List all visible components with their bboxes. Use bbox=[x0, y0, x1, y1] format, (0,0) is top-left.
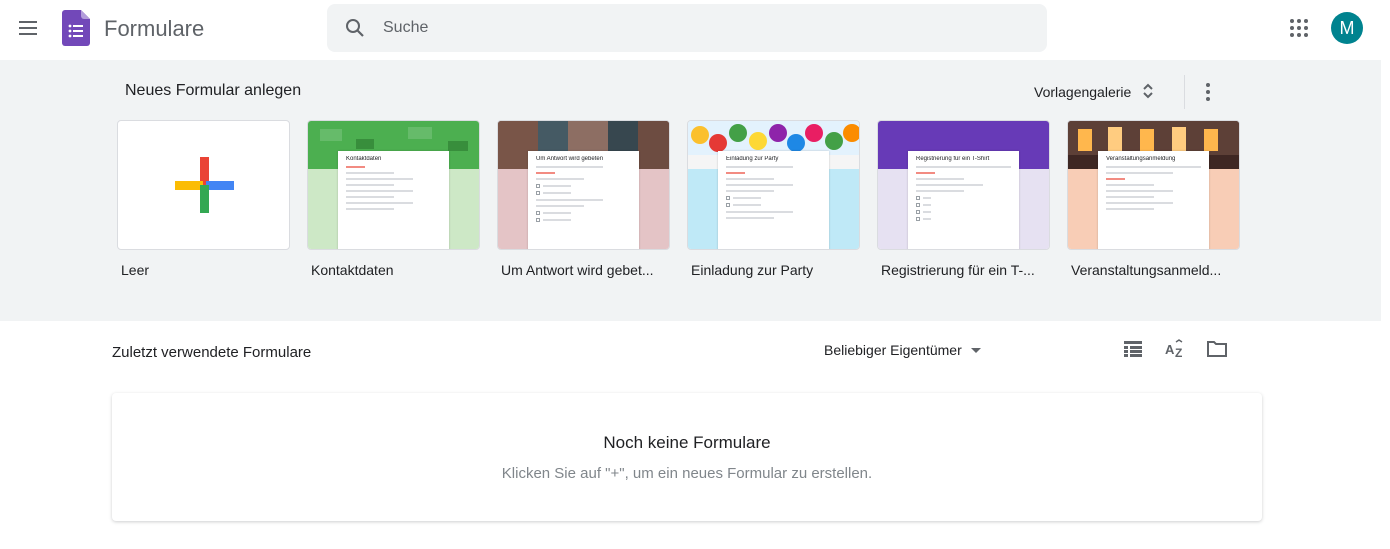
hamburger-menu-icon[interactable] bbox=[8, 8, 48, 48]
template-label: Leer bbox=[121, 262, 150, 278]
svg-text:Z: Z bbox=[1175, 346, 1182, 359]
arrow-drop-down-icon bbox=[970, 342, 982, 358]
template-thumbnail[interactable]: Veranstaltungsanmeldung bbox=[1067, 120, 1240, 250]
list-view-icon[interactable] bbox=[1121, 337, 1145, 361]
empty-state-title: Noch keine Formulare bbox=[603, 433, 771, 452]
template-thumbnail[interactable]: Registrierung für ein T-Shirt bbox=[877, 120, 1050, 250]
app-title[interactable]: Formulare bbox=[104, 16, 204, 42]
template-contact-info[interactable]: Kontaktdaten Kontaktdaten bbox=[307, 120, 480, 278]
owner-filter-dropdown[interactable]: Beliebiger Eigentümer bbox=[824, 340, 982, 360]
template-form-preview: Registrierung für ein T-Shirt bbox=[908, 151, 1019, 249]
empty-state-subtitle: Klicken Sie auf "+", um ein neues Formul… bbox=[501, 465, 873, 482]
empty-state-card: Noch keine Formulare Klicken Sie auf "+"… bbox=[112, 393, 1262, 521]
forms-logo-icon[interactable] bbox=[62, 10, 90, 46]
owner-filter-label: Beliebiger Eigentümer bbox=[824, 342, 962, 358]
more-vert-icon[interactable] bbox=[1188, 72, 1228, 112]
template-thumbnail[interactable]: Um Antwort wird gebeten bbox=[497, 120, 670, 250]
template-form-preview: Kontaktdaten bbox=[338, 151, 449, 249]
toolbar-divider bbox=[1184, 75, 1185, 109]
template-rsvp[interactable]: Um Antwort wird gebeten Um Antwort wird … bbox=[497, 120, 670, 278]
search-bar[interactable] bbox=[327, 4, 1047, 52]
folder-icon[interactable] bbox=[1205, 337, 1229, 361]
template-label: Registrierung für ein T-... bbox=[881, 262, 1035, 278]
svg-text:A: A bbox=[1165, 342, 1175, 357]
recent-forms-title: Zuletzt verwendete Formulare bbox=[112, 344, 312, 361]
search-icon[interactable] bbox=[343, 16, 367, 40]
template-thumbnail[interactable] bbox=[117, 120, 290, 250]
template-label: Um Antwort wird gebet... bbox=[501, 262, 654, 278]
template-gallery-toggle[interactable]: Vorlagengalerie bbox=[1022, 74, 1167, 110]
template-tshirt-signup[interactable]: Registrierung für ein T-Shirt Registrier… bbox=[877, 120, 1050, 278]
template-form-preview: Einladung zur Party bbox=[718, 151, 829, 249]
unfold-more-icon bbox=[1141, 82, 1155, 103]
template-label: Einladung zur Party bbox=[691, 262, 814, 278]
plus-icon bbox=[175, 157, 234, 213]
gallery-title: Neues Formular anlegen bbox=[125, 82, 302, 99]
sort-az-icon[interactable]: A Z bbox=[1163, 337, 1187, 361]
grid-apps-icon[interactable] bbox=[1279, 8, 1319, 48]
top-app-bar: Formulare M bbox=[0, 0, 1390, 60]
template-event-registration[interactable]: Veranstaltungsanmeldung Veranstaltungsan… bbox=[1067, 120, 1240, 278]
avatar[interactable]: M bbox=[1331, 12, 1363, 44]
template-form-preview: Um Antwort wird gebeten bbox=[528, 151, 639, 249]
template-thumbnail[interactable]: Einladung zur Party bbox=[687, 120, 860, 250]
template-blank[interactable]: Leer bbox=[117, 120, 290, 278]
template-label: Veranstaltungsanmeld... bbox=[1071, 262, 1222, 278]
template-gallery: Neues Formular anlegen Vorlagengalerie L… bbox=[0, 60, 1381, 321]
search-input[interactable] bbox=[383, 4, 1033, 52]
template-thumbnail[interactable]: Kontaktdaten bbox=[307, 120, 480, 250]
template-party-invite[interactable]: Einladung zur Party Einladung zur Party bbox=[687, 120, 860, 278]
template-label: Kontaktdaten bbox=[311, 262, 394, 278]
template-gallery-label: Vorlagengalerie bbox=[1034, 84, 1132, 100]
template-form-preview: Veranstaltungsanmeldung bbox=[1098, 151, 1209, 249]
